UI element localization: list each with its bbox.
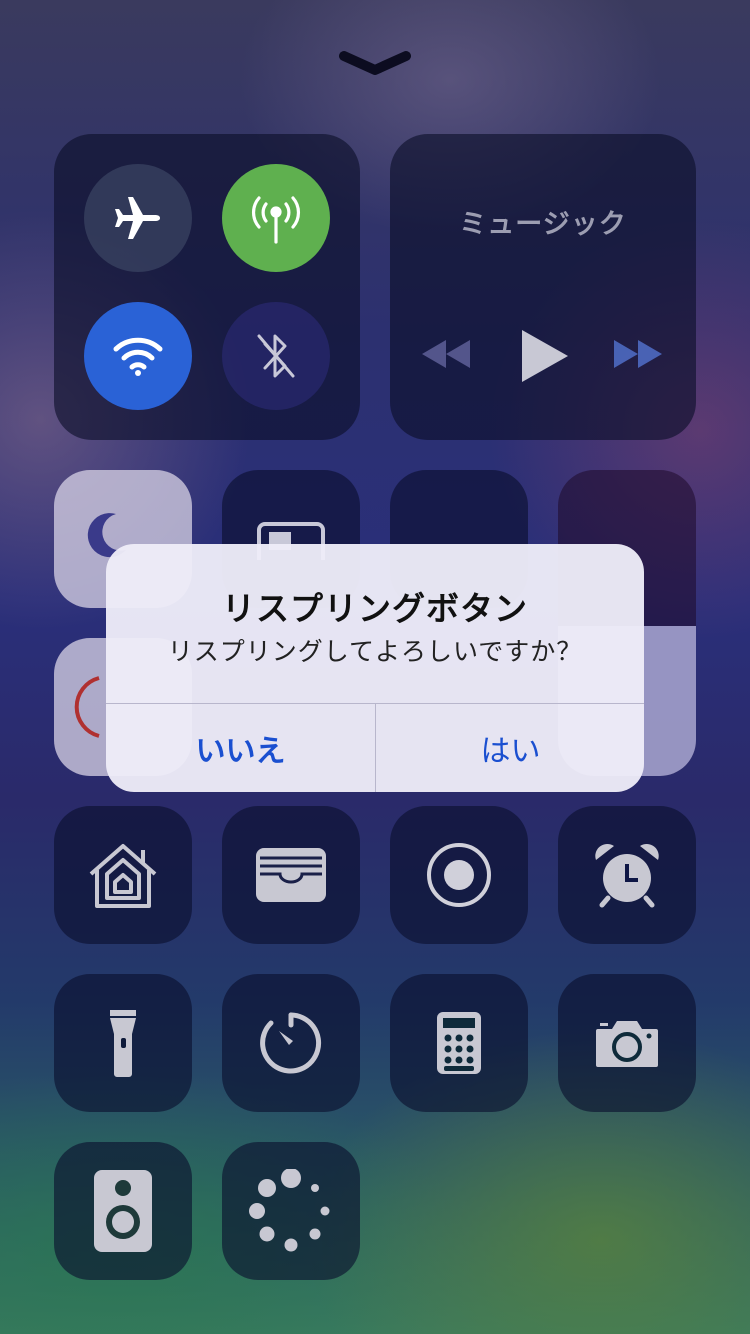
home-icon bbox=[85, 840, 161, 910]
alert-title: リスプリングボタン bbox=[222, 589, 528, 628]
cellular-icon bbox=[246, 188, 306, 248]
screen-record-button[interactable] bbox=[390, 806, 528, 944]
calculator-button[interactable] bbox=[390, 974, 528, 1112]
timer-icon bbox=[259, 1011, 323, 1075]
wallet-icon bbox=[254, 846, 328, 904]
flashlight-icon bbox=[108, 1008, 138, 1078]
airplane-mode-toggle[interactable] bbox=[84, 164, 192, 272]
speaker-button[interactable] bbox=[54, 1142, 192, 1280]
airplane-icon bbox=[112, 192, 164, 244]
flashlight-button[interactable] bbox=[54, 974, 192, 1112]
cancel-button[interactable]: いいえ bbox=[106, 704, 375, 792]
alarm-icon bbox=[592, 842, 662, 908]
screen-record-icon bbox=[424, 840, 494, 910]
dismiss-chevron-icon[interactable] bbox=[338, 48, 412, 78]
speaker-icon bbox=[94, 1170, 152, 1252]
rotation-lock-icon bbox=[63, 672, 103, 742]
connectivity-panel bbox=[54, 134, 360, 440]
bluetooth-toggle[interactable] bbox=[222, 302, 330, 410]
wifi-toggle[interactable] bbox=[84, 302, 192, 410]
rewind-icon[interactable] bbox=[420, 334, 472, 374]
wallet-button[interactable] bbox=[222, 806, 360, 944]
calculator-icon bbox=[435, 1010, 483, 1076]
bluetooth-off-icon bbox=[251, 328, 301, 384]
respring-button[interactable] bbox=[222, 1142, 360, 1280]
camera-button[interactable] bbox=[558, 974, 696, 1112]
fast-forward-icon[interactable] bbox=[612, 334, 664, 374]
respring-loading-icon bbox=[249, 1169, 333, 1253]
wifi-icon bbox=[110, 333, 166, 379]
confirm-button[interactable]: はい bbox=[376, 704, 644, 792]
alert-message: リスプリングしてよろしいですか？ bbox=[167, 637, 583, 666]
play-icon[interactable] bbox=[520, 328, 570, 384]
respring-alert-dialog: リスプリングボタン リスプリングしてよろしいですか？ いいえ はい bbox=[106, 544, 644, 792]
music-panel[interactable]: ミュージック bbox=[390, 134, 696, 440]
alarm-button[interactable] bbox=[558, 806, 696, 944]
home-button[interactable] bbox=[54, 806, 192, 944]
cellular-data-toggle[interactable] bbox=[222, 164, 330, 272]
camera-icon bbox=[594, 1017, 660, 1069]
music-title: ミュージック bbox=[459, 209, 627, 240]
timer-button[interactable] bbox=[222, 974, 360, 1112]
